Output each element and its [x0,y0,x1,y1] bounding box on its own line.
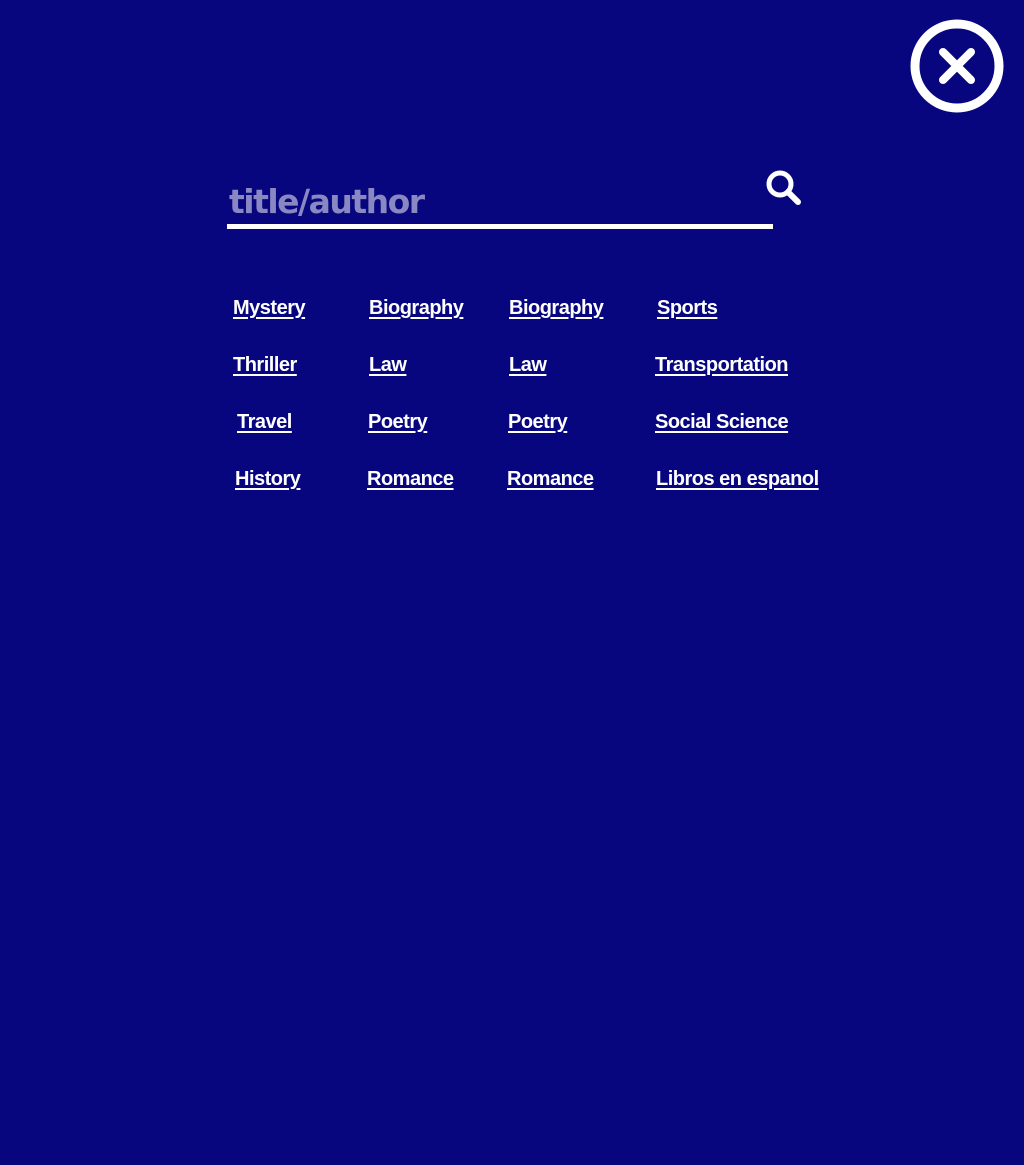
genre-link-social-science[interactable]: Social Science [655,410,789,434]
search-button[interactable] [765,170,805,206]
genre-link-romance[interactable]: Romance [367,467,454,491]
genre-link-biography-2[interactable]: Biography [509,296,604,320]
genre-link-travel[interactable]: Travel [237,410,292,434]
genre-link-romance-2[interactable]: Romance [507,467,594,491]
genre-link-law[interactable]: Law [369,353,407,377]
genre-link-thriller[interactable]: Thriller [233,353,297,377]
close-button[interactable] [910,19,1004,113]
genre-link-poetry-2[interactable]: Poetry [508,410,568,434]
search-icon [766,170,801,205]
genre-link-poetry[interactable]: Poetry [368,410,428,434]
search-bar [227,170,807,230]
genre-link-mystery[interactable]: Mystery [233,296,306,320]
genre-link-history[interactable]: History [235,467,301,491]
genre-link-law-2[interactable]: Law [509,353,547,377]
close-circle-icon [910,19,1004,113]
search-input[interactable] [227,178,773,229]
genre-link-biography[interactable]: Biography [369,296,464,320]
genre-link-transportation[interactable]: Transportation [655,353,789,377]
genre-link-libros-en-espanol[interactable]: Libros en espanol [656,467,819,491]
genre-link-sports[interactable]: Sports [657,296,718,320]
